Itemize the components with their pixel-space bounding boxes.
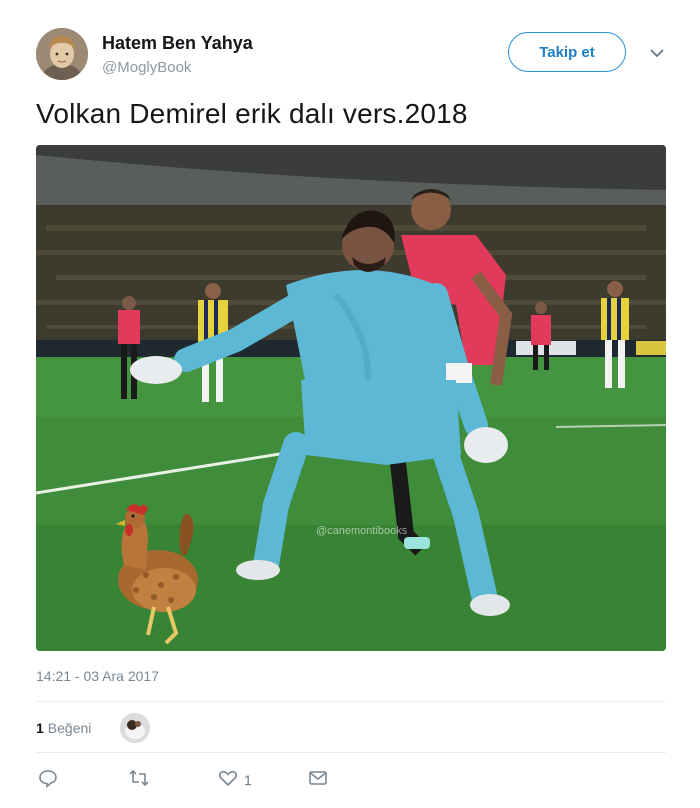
retweet-button[interactable] [128, 766, 150, 794]
user-display-name[interactable]: Hatem Ben Yahya [102, 33, 253, 54]
likes-label: Beğeni [47, 720, 92, 736]
like-count: 1 [244, 772, 252, 788]
tweet-actions: 1 [36, 766, 436, 794]
likes-count: 1 [36, 720, 44, 736]
divider [36, 752, 666, 753]
media-watermark: @canemontibooks [316, 525, 408, 537]
tweet-media-image[interactable]: @canemontibooks [36, 145, 666, 651]
chevron-down-icon[interactable] [646, 42, 668, 64]
liker-avatar[interactable] [120, 713, 150, 743]
tweet-timestamp[interactable]: 14:21 - 03 Ara 2017 [36, 668, 159, 684]
retweet-icon [128, 768, 150, 793]
user-handle[interactable]: @MoglyBook [102, 59, 191, 76]
user-avatar[interactable] [36, 28, 88, 80]
envelope-icon [308, 768, 328, 793]
reply-icon [38, 768, 58, 793]
follow-button[interactable]: Takip et [508, 32, 626, 72]
heart-icon [218, 768, 238, 793]
divider [36, 701, 666, 702]
reply-button[interactable] [38, 766, 58, 794]
tweet-header: Hatem Ben Yahya @MoglyBook Takip et [36, 28, 668, 82]
likes-summary[interactable]: 1 Beğeni [36, 713, 150, 743]
like-button[interactable]: 1 [218, 766, 252, 794]
direct-message-button[interactable] [308, 766, 328, 794]
tweet-text: Volkan Demirel erik dalı vers.2018 [36, 98, 468, 129]
